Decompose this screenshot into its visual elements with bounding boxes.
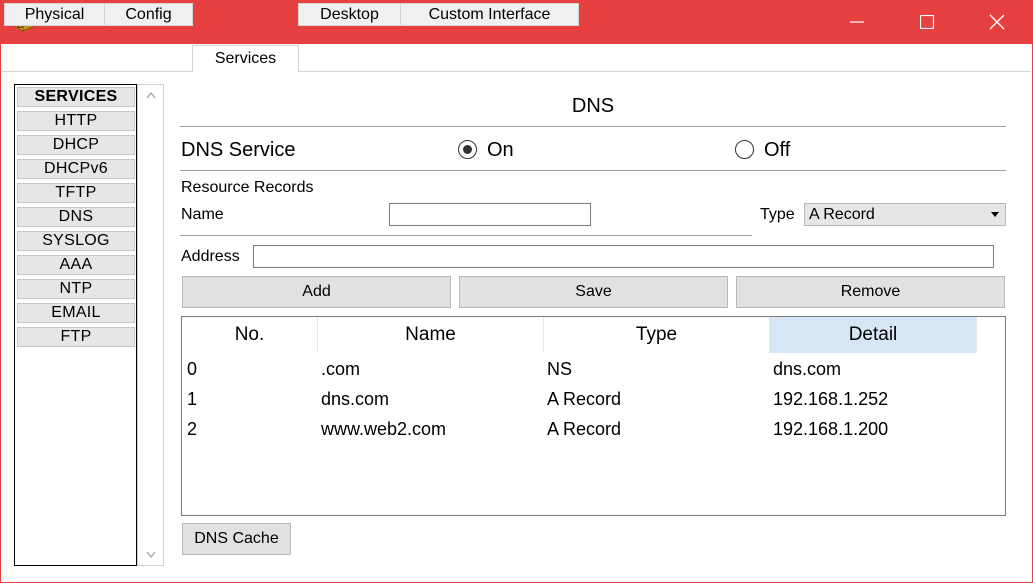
dns-service-label: DNS Service xyxy=(181,139,296,161)
address-label: Address xyxy=(181,248,240,265)
minimize-button[interactable] xyxy=(834,0,880,44)
row-0-no[interactable]: 0 xyxy=(187,359,197,380)
sidebar-item-dhcp[interactable]: DHCP xyxy=(17,135,135,155)
services-header: SERVICES xyxy=(17,87,135,107)
row-0-name[interactable]: .com xyxy=(321,359,360,380)
sidebar-item-http[interactable]: HTTP xyxy=(17,111,135,131)
sidebar-item-dhcpv6[interactable]: DHCPv6 xyxy=(17,159,135,179)
sidebar-item-ntp[interactable]: NTP xyxy=(17,279,135,299)
minimize-icon xyxy=(850,21,864,23)
service-divider xyxy=(180,170,1006,171)
row-2-no[interactable]: 2 xyxy=(187,419,197,440)
tab-services[interactable]: Services xyxy=(192,45,299,72)
column-header-detail[interactable]: Detail xyxy=(770,317,977,353)
radio-off[interactable] xyxy=(735,140,754,159)
row-2-type[interactable]: A Record xyxy=(547,419,621,440)
row-0-detail[interactable]: dns.com xyxy=(773,359,841,380)
column-header-type[interactable]: Type xyxy=(544,317,770,353)
address-input[interactable] xyxy=(253,245,994,268)
radio-selected-dot xyxy=(463,145,472,154)
row-0-type[interactable]: NS xyxy=(547,359,572,380)
title-divider xyxy=(180,126,1006,127)
row-2-detail[interactable]: 192.168.1.200 xyxy=(773,419,888,440)
resource-records-label: Resource Records xyxy=(181,179,314,196)
maximize-button[interactable] xyxy=(904,0,950,44)
radio-on[interactable] xyxy=(458,140,477,159)
maximize-icon xyxy=(920,15,934,29)
row-1-detail[interactable]: 192.168.1.252 xyxy=(773,389,888,410)
tab-custom-interface[interactable]: Custom Interface xyxy=(400,3,579,26)
name-label: Name xyxy=(181,206,224,223)
name-input[interactable] xyxy=(389,203,591,226)
row-1-type[interactable]: A Record xyxy=(547,389,621,410)
row-1-no[interactable]: 1 xyxy=(187,389,197,410)
tab-divider xyxy=(2,71,1031,72)
tab-desktop[interactable]: Desktop xyxy=(298,3,401,26)
chevron-down-icon[interactable] xyxy=(146,551,156,559)
tab-config[interactable]: Config xyxy=(104,3,193,26)
remove-button[interactable]: Remove xyxy=(736,276,1005,308)
records-table[interactable]: No. Name Type Detail 0 .com NS dns.com 1… xyxy=(181,316,1006,516)
sidebar-item-email[interactable]: EMAIL xyxy=(17,303,135,323)
radio-on-label: On xyxy=(487,139,514,161)
dns-cache-button[interactable]: DNS Cache xyxy=(182,523,291,555)
dropdown-arrow-icon xyxy=(991,212,999,217)
sidebar-item-syslog[interactable]: SYSLOG xyxy=(17,231,135,251)
row-1-name[interactable]: dns.com xyxy=(321,389,389,410)
close-icon xyxy=(989,14,1005,30)
chevron-up-icon[interactable] xyxy=(146,91,156,99)
close-button[interactable] xyxy=(974,0,1020,44)
sidebar-scrollbar[interactable] xyxy=(137,84,164,566)
sidebar-item-ftp[interactable]: FTP xyxy=(17,327,135,347)
records-divider xyxy=(180,235,752,236)
sidebar-item-aaa[interactable]: AAA xyxy=(17,255,135,275)
tab-physical[interactable]: Physical xyxy=(4,3,105,26)
radio-off-label: Off xyxy=(764,139,791,161)
add-button[interactable]: Add xyxy=(182,276,451,308)
type-select[interactable]: A Record xyxy=(804,203,1006,226)
services-sidebar: SERVICES HTTP DHCP DHCPv6 TFTP DNS SYSLO… xyxy=(14,84,137,566)
type-label: Type xyxy=(760,206,795,223)
type-select-value: A Record xyxy=(809,205,875,223)
sidebar-item-tftp[interactable]: TFTP xyxy=(17,183,135,203)
sidebar-item-dns[interactable]: DNS xyxy=(17,207,135,227)
column-header-name[interactable]: Name xyxy=(318,317,544,353)
save-button[interactable]: Save xyxy=(459,276,728,308)
row-2-name[interactable]: www.web2.com xyxy=(321,419,446,440)
column-header-no[interactable]: No. xyxy=(182,317,318,353)
page-title: DNS xyxy=(571,95,615,117)
